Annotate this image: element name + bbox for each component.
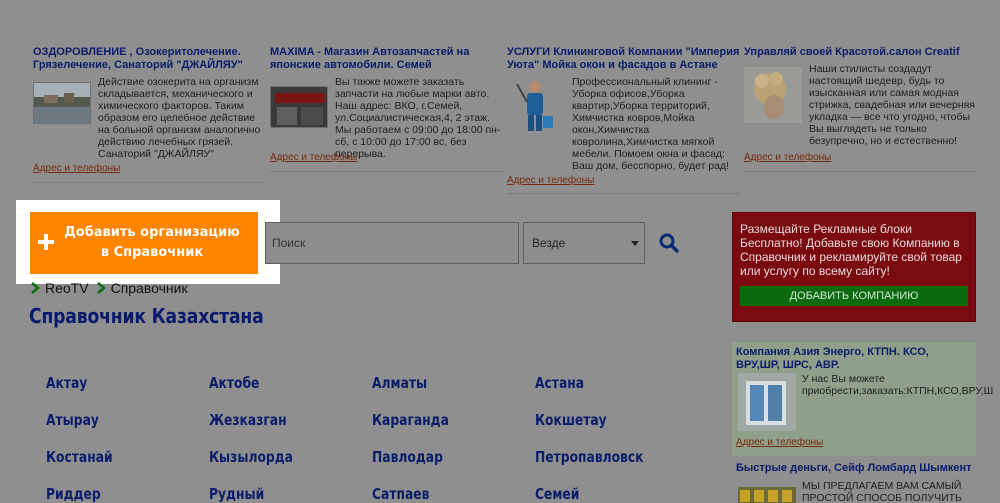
- side-ad-text: МЫ ПРЕДЛАГАЕМ ВАМ САМЫЙ ПРОСТОЙ СПОСОБ П…: [802, 480, 962, 503]
- city-link[interactable]: Петропавловск: [535, 448, 643, 466]
- ad-text: Действие озокерита на организм складывае…: [98, 76, 261, 160]
- lakeside-photo-icon[interactable]: [33, 82, 91, 124]
- city-link[interactable]: Костанай: [46, 448, 113, 466]
- city-link[interactable]: Караганда: [372, 411, 449, 429]
- side-ad-text: У нас Вы можете приобрести,заказать:КТПН…: [802, 373, 994, 397]
- cleaner-photo-icon[interactable]: [507, 78, 565, 136]
- side-ad-lombard[interactable]: Быстрые деньги, Сейф Ломбард Шымкент МЫ …: [732, 460, 976, 503]
- search-icon[interactable]: [658, 232, 680, 254]
- city-link[interactable]: Алматы: [372, 374, 427, 392]
- breadcrumb-label[interactable]: ReoTV: [45, 280, 89, 296]
- ad-card-maxima[interactable]: MAXIMA - Магазин Автозапчастей на японск…: [270, 46, 506, 160]
- ad-title[interactable]: ОЗДОРОВЛЕНИЕ , Озокеритолечение. Грязеле…: [33, 46, 269, 72]
- divider: [744, 171, 977, 172]
- ad-card-cleaning[interactable]: УСЛУГИ Клининговой Компании "Империя Уют…: [507, 46, 743, 172]
- divider: [507, 193, 740, 194]
- ad-body: Наши стилисты создадут настоящий шедевр,…: [744, 63, 980, 147]
- ad-text: Профессиональный клининг - Уборка офисов…: [572, 76, 730, 172]
- ad-address-link[interactable]: Адрес и телефоны: [744, 152, 831, 163]
- city-link[interactable]: Жезказган: [209, 411, 287, 429]
- chevron-down-icon: [631, 241, 639, 246]
- city-link[interactable]: Сатпаев: [372, 485, 429, 503]
- search-scope-value: Везде: [532, 236, 566, 250]
- breadcrumb-item[interactable]: Справочник: [96, 280, 188, 296]
- ad-card-salon[interactable]: Управляй своей Красотой.салон Creatif На…: [744, 46, 980, 147]
- divider: [33, 182, 266, 183]
- equipment-photo-icon[interactable]: [738, 373, 796, 431]
- divider: [270, 171, 503, 172]
- ad-title[interactable]: Управляй своей Красотой.салон Creatif: [744, 46, 980, 59]
- promo-text: Размещайте Рекламные блоки Бесплатно! До…: [740, 222, 962, 278]
- search-input[interactable]: [265, 222, 519, 264]
- side-ad-title[interactable]: Быстрые деньги, Сейф Ломбард Шымкент: [736, 462, 976, 475]
- ad-body: Действие озокерита на организм складывае…: [33, 76, 269, 160]
- ad-title[interactable]: MAXIMA - Магазин Автозапчастей на японск…: [270, 46, 506, 72]
- chevron-right-icon: [31, 282, 40, 294]
- ad-text: Наши стилисты создадут настоящий шедевр,…: [809, 63, 975, 147]
- side-ad-title[interactable]: Компания Азия Энерго, КТПН. КСО, ВРУ,ШР,…: [736, 346, 972, 372]
- ad-body: Вы также можете заказать запчасти на люб…: [270, 76, 506, 160]
- ad-address-link[interactable]: Адрес и телефоны: [270, 152, 357, 163]
- city-link[interactable]: Астана: [535, 374, 584, 392]
- city-link[interactable]: Кызылорда: [209, 448, 293, 466]
- breadcrumb: ReoTV Справочник: [31, 280, 188, 296]
- ad-body: Профессиональный клининг - Уборка офисов…: [507, 76, 743, 172]
- city-link[interactable]: Кокшетау: [535, 411, 607, 429]
- ad-card-ozokerite[interactable]: ОЗДОРОВЛЕНИЕ , Озокеритолечение. Грязеле…: [33, 46, 269, 160]
- search-scope-select[interactable]: Везде: [523, 222, 645, 264]
- ad-address-link[interactable]: Адрес и телефоны: [507, 175, 594, 186]
- city-link[interactable]: Актобе: [209, 374, 259, 392]
- ad-text: Вы также можете заказать запчасти на люб…: [335, 76, 501, 160]
- shop-photo-icon[interactable]: [270, 86, 328, 128]
- breadcrumb-item[interactable]: ReoTV: [31, 280, 89, 296]
- city-link[interactable]: Актау: [46, 374, 87, 392]
- city-link[interactable]: Павлодар: [372, 448, 443, 466]
- city-link[interactable]: Атырау: [46, 411, 99, 429]
- ad-title[interactable]: УСЛУГИ Клининговой Компании "Империя Уют…: [507, 46, 743, 72]
- add-organization-button[interactable]: Добавить организацию в Справочник: [30, 212, 258, 274]
- breadcrumb-label[interactable]: Справочник: [111, 280, 188, 296]
- side-ad-asia-energo[interactable]: Компания Азия Энерго, КТПН. КСО, ВРУ,ШР,…: [732, 342, 994, 456]
- add-company-button[interactable]: ДОБАВИТЬ КОМПАНИЮ: [740, 286, 968, 306]
- ad-address-link[interactable]: Адрес и телефоны: [33, 163, 120, 174]
- city-link[interactable]: Семей: [535, 485, 579, 503]
- city-link[interactable]: Рудный: [209, 485, 264, 503]
- money-photo-icon[interactable]: [738, 487, 796, 503]
- city-link[interactable]: Риддер: [46, 485, 101, 503]
- page-title: Справочник Казахстана: [29, 304, 264, 328]
- hairstyle-photo-icon[interactable]: [744, 67, 802, 123]
- chevron-right-icon: [96, 282, 106, 294]
- ad-address-link[interactable]: Адрес и телефоны: [736, 437, 823, 448]
